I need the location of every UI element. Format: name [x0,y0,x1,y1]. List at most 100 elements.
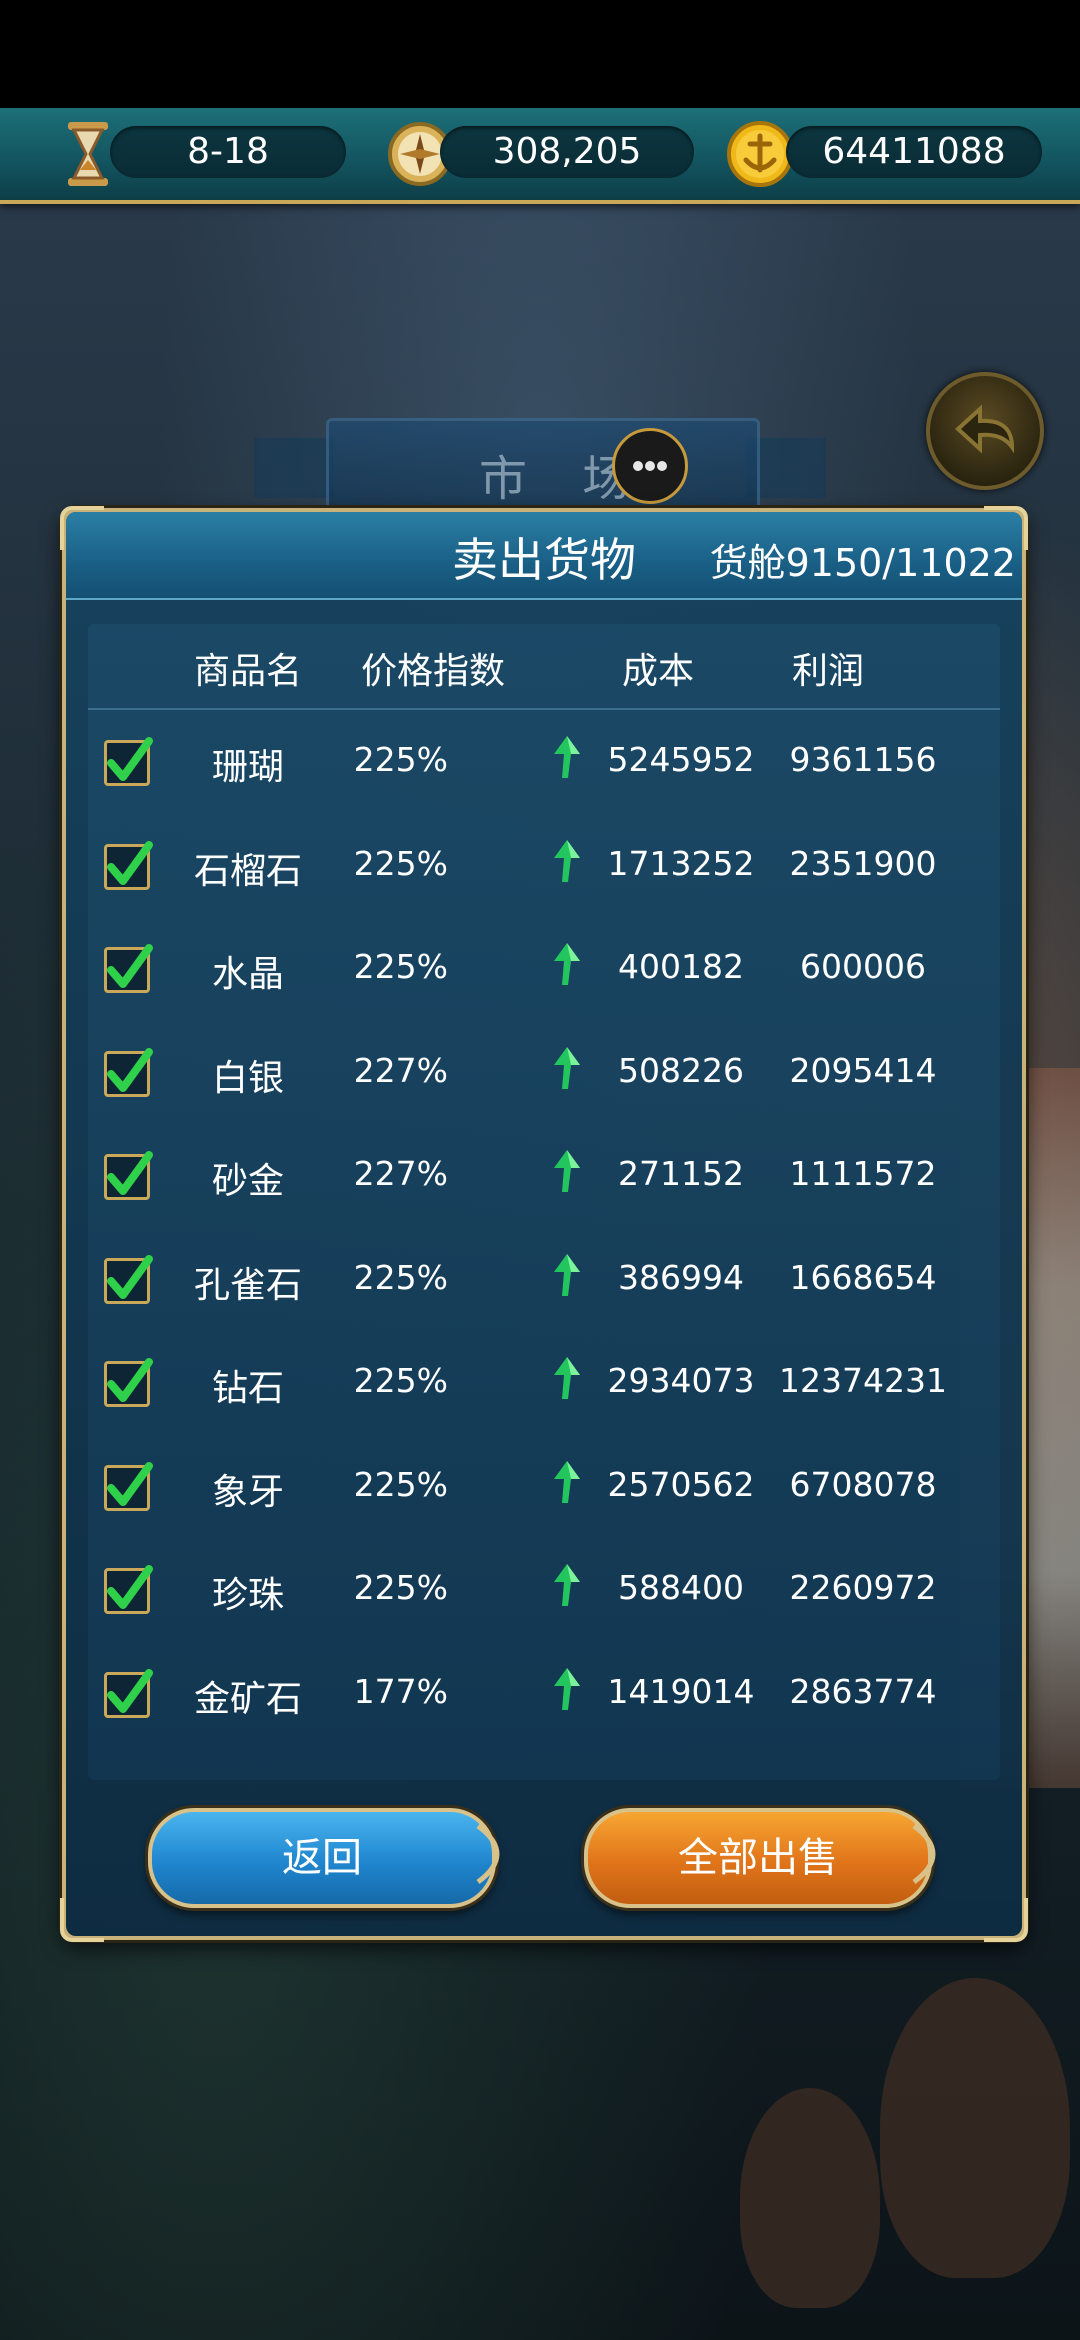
profit-value: 2095414 [789,1050,937,1090]
checkmark-icon [107,1151,153,1195]
button-ornament-icon [912,1823,936,1885]
date-display: 8-18 [110,126,346,178]
header-cost: 成本 [621,651,694,692]
row-checkbox[interactable] [104,1047,153,1097]
frame-corner [984,506,1028,550]
row-checkbox[interactable] [104,1565,153,1614]
checkmark-icon [107,944,153,988]
goods-table: 商品名 价格指数 成本 利润 珊瑚 225% 5245952 9361156 石榴石 22… [88,624,1000,1780]
checkmark-icon [107,737,153,781]
row-checkbox[interactable] [104,1668,153,1718]
profit-value: 2351900 [789,843,937,883]
checkmark-icon [107,1461,153,1506]
trend-up-arrow-icon [554,1667,580,1710]
frame-corner [60,506,104,550]
price-index: 225% [353,843,448,883]
compass-value-display: 308,205 [440,126,694,178]
trend-up-arrow-icon [554,839,580,882]
resource-bar: 8-18 308,205 64411088 [0,108,1080,204]
table-row: 砂金 227% 271152 1111572 [88,1128,1000,1231]
sell-cargo-dialog: 卖出货物 货舱9150/11022 商品名 价格指数 成本 利润 珊瑚 225% 5… [60,506,1028,1942]
row-checkbox[interactable] [104,944,153,993]
gold-value: 64411088 [822,131,1006,172]
profit-value: 6708078 [789,1464,937,1504]
row-checkbox[interactable] [104,1254,153,1304]
cost-value: 588400 [618,1568,744,1607]
back-button-label: 返回 [282,1835,362,1881]
trend-up-arrow-icon [554,1150,580,1192]
chat-dots-icon [633,461,667,471]
cost-value: 1419014 [607,1671,755,1711]
market-tab: 市 场 [326,418,760,520]
sell-all-button-label: 全部出售 [678,1835,838,1881]
table-row: 石榴石 225% 1713252 2351900 [88,818,1000,921]
trend-up-arrow-icon [554,736,580,778]
frame-corner [60,1898,104,1942]
cargo-capacity: 货舱9150/11022 [710,532,1016,587]
cost-value: 271152 [618,1154,744,1193]
compass-value: 308,205 [492,131,642,172]
trend-up-arrow-icon [554,1046,580,1089]
cost-value: 2934073 [607,1361,755,1400]
status-bar [0,0,1080,108]
trend-up-arrow-icon [554,1460,580,1503]
chat-button[interactable] [612,428,688,504]
background-jar [740,2088,880,2308]
checkmark-icon [107,1668,153,1713]
cost-value: 386994 [618,1257,744,1297]
gold-display: 64411088 [786,126,1042,178]
price-index: 177% [353,1671,448,1711]
cost-value: 508226 [618,1050,744,1090]
price-index: 227% [353,1154,448,1193]
cargo-value: 9150/11022 [785,541,1016,585]
row-checkbox[interactable] [104,737,153,786]
background-jar [880,1978,1070,2278]
cost-value: 2570562 [607,1464,755,1504]
checkmark-icon [107,1565,153,1609]
cost-value: 400182 [618,947,744,986]
checkmark-icon [107,1047,153,1092]
profit-value: 600006 [800,947,926,986]
price-index: 225% [353,1257,448,1297]
cost-value: 1713252 [607,843,755,883]
trend-up-arrow-icon [554,1564,580,1606]
back-button[interactable]: 返回 [148,1808,496,1908]
back-arrow-icon [955,404,1015,454]
price-index: 225% [353,947,448,986]
profit-value: 2260972 [789,1568,937,1607]
table-row: 钻石 225% 2934073 12374231 [88,1335,1000,1438]
table-row: 孔雀石 225% 386994 1668654 [88,1232,1000,1335]
checkmark-icon [107,840,153,885]
frame-corner [984,1898,1028,1942]
trend-up-arrow-icon [554,1253,580,1296]
header-price-index: 价格指数 [360,651,505,692]
price-index: 227% [353,1050,448,1090]
price-index: 225% [353,1464,448,1504]
sell-all-button[interactable]: 全部出售 [584,1808,932,1908]
row-checkbox[interactable] [104,840,153,890]
profit-value: 2863774 [789,1671,937,1711]
table-row: 珍珠 225% 588400 2260972 [88,1542,1000,1645]
table-row: 金矿石 177% 1419014 2863774 [88,1646,1000,1749]
table-row: 珊瑚 225% 5245952 9361156 [88,714,1000,817]
date-value: 8-18 [187,131,269,172]
header-name: 商品名 [193,651,302,692]
row-checkbox[interactable] [104,1461,153,1511]
header-profit: 利润 [791,651,864,692]
price-index: 225% [353,1568,448,1607]
profit-value: 12374231 [779,1361,947,1400]
checkmark-icon [107,1254,153,1299]
button-ornament-icon [476,1823,500,1885]
table-row: 白银 227% 508226 2095414 [88,1025,1000,1128]
price-index: 225% [353,740,448,779]
profit-value: 1668654 [789,1257,937,1297]
top-back-button[interactable] [926,372,1044,490]
row-checkbox[interactable] [104,1151,153,1200]
trend-up-arrow-icon [554,1357,580,1399]
trend-up-arrow-icon [554,943,580,985]
table-row: 水晶 225% 400182 600006 [88,921,1000,1024]
row-checkbox[interactable] [104,1358,153,1407]
table-row: 象牙 225% 2570562 6708078 [88,1439,1000,1542]
cost-value: 5245952 [607,740,755,779]
profit-value: 1111572 [789,1154,937,1193]
